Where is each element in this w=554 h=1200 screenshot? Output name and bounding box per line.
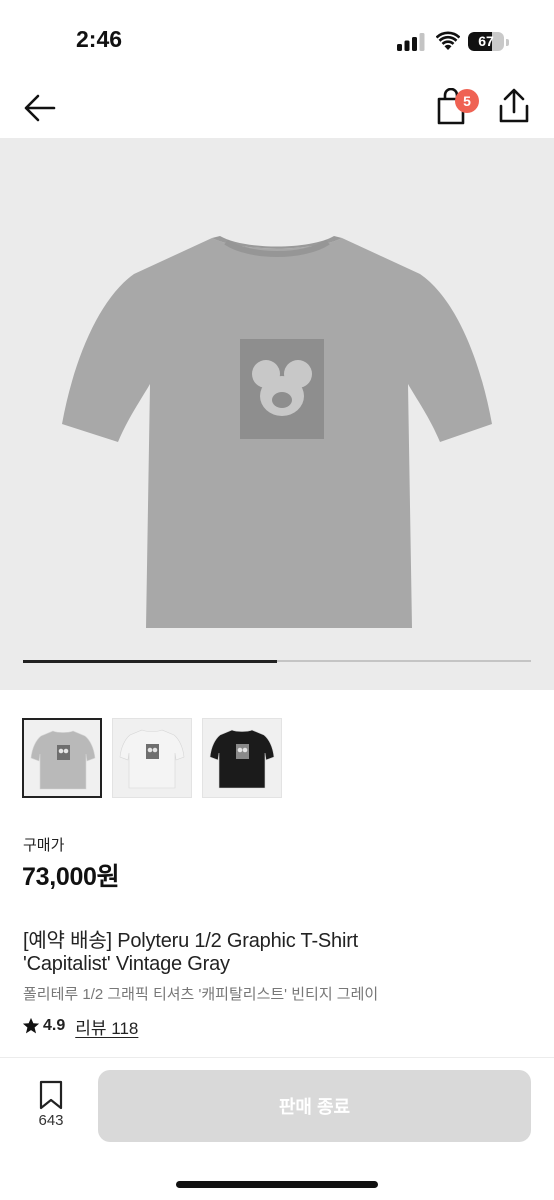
review-count-link[interactable]: 리뷰 118	[75, 1014, 138, 1039]
bookmark-count: 643	[38, 1112, 64, 1129]
back-arrow-icon[interactable]	[22, 90, 58, 126]
home-indicator	[176, 1181, 378, 1188]
thumbnail-1[interactable]	[22, 718, 102, 798]
bookmark-icon	[39, 1080, 63, 1110]
price-value: 73,000원	[22, 863, 120, 891]
status-bar: 2:46 67	[0, 0, 554, 80]
cart-count-badge: 5	[455, 89, 479, 113]
thumbnail-tshirt-image	[30, 730, 96, 790]
gallery-progress-fill	[23, 659, 277, 663]
signal-icon	[397, 33, 425, 51]
battery-body: 67	[468, 32, 504, 51]
battery-icon: 67	[468, 30, 510, 54]
bottom-bar-divider	[0, 1057, 554, 1058]
share-icon[interactable]	[498, 88, 530, 124]
price-label: 구매가	[23, 837, 65, 854]
rating-value: 4.9	[43, 1017, 66, 1034]
product-detail-page: 2:46 67 5 구매가 73,000원 [예약 배송] Polyteru 1…	[0, 0, 554, 1200]
product-subtitle-korean: 폴리테루 1/2 그래픽 티셔츠 '캐피탈리스트' 빈티지 그레이	[23, 986, 379, 1003]
battery-percent: 67	[478, 33, 494, 49]
product-title-line2: 'Capitalist' Vintage Gray	[23, 953, 230, 975]
rating-row: 4.9 리뷰 118	[22, 1014, 138, 1039]
star-icon	[22, 1017, 40, 1034]
thumbnail-tshirt-image	[209, 729, 275, 789]
thumbnail-tshirt-image	[119, 729, 185, 789]
gallery-progress-track	[23, 659, 531, 663]
wifi-icon	[436, 31, 460, 50]
sold-out-button[interactable]: 판매 종료	[98, 1070, 531, 1142]
product-title-line1: [예약 배송] Polyteru 1/2 Graphic T-Shirt	[23, 930, 359, 952]
thumbnail-2[interactable]	[112, 718, 192, 798]
battery-cap	[506, 39, 509, 46]
product-image	[62, 236, 492, 628]
product-image-gallery[interactable]	[0, 138, 554, 690]
bookmark-button[interactable]: 643	[26, 1080, 76, 1136]
status-time: 2:46	[76, 26, 123, 52]
thumbnail-3[interactable]	[202, 718, 282, 798]
